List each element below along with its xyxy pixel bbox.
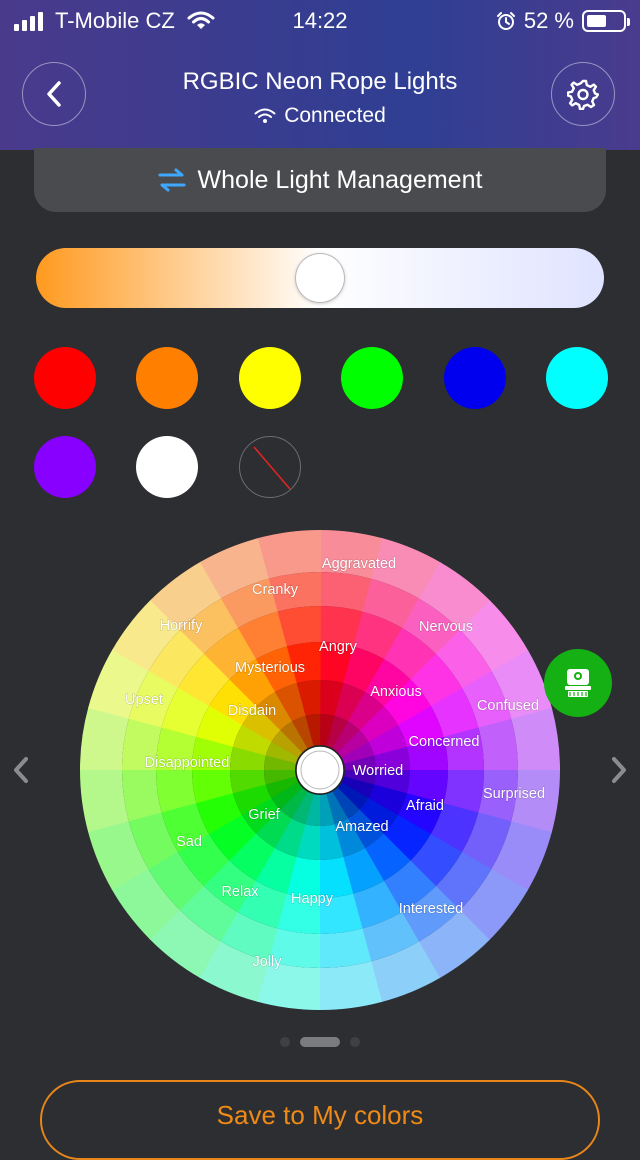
wheel-center-knob[interactable] xyxy=(295,745,345,795)
save-to-my-colors-button[interactable]: Save to My colors xyxy=(40,1080,600,1160)
mood-color-wheel[interactable]: Aggravated Cranky Nervous Horrify Angry Myste… xyxy=(80,530,560,1010)
mood-label-happy: Happy xyxy=(291,891,334,907)
mood-label-confused: Confused xyxy=(477,698,539,714)
connection-status-label: Connected xyxy=(284,104,386,127)
swatch-red[interactable] xyxy=(34,347,96,409)
mood-label-anxious: Anxious xyxy=(370,684,422,700)
wheel-segment[interactable] xyxy=(318,928,372,968)
whole-light-management-label: Whole Light Management xyxy=(197,165,483,194)
mood-label-upset: Upset xyxy=(125,692,163,708)
mood-label-interested: Interested xyxy=(399,901,464,917)
wheel-segment[interactable] xyxy=(478,718,518,772)
gear-icon xyxy=(567,79,599,110)
page-dot[interactable] xyxy=(350,1037,360,1047)
device-icon xyxy=(565,669,591,697)
alarm-icon xyxy=(496,12,515,30)
swatch-white[interactable] xyxy=(136,436,198,498)
scene-button[interactable] xyxy=(544,649,612,717)
chevron-left-icon[interactable] xyxy=(10,755,32,785)
mood-label-relax: Relax xyxy=(221,884,259,900)
wheel-segment[interactable] xyxy=(318,961,383,1010)
mood-label-afraid: Afraid xyxy=(406,798,444,814)
mood-label-grief: Grief xyxy=(248,807,280,823)
mood-label-mysterious: Mysterious xyxy=(235,660,305,676)
mood-label-worried: Worried xyxy=(353,763,404,779)
swatch-orange[interactable] xyxy=(136,347,198,409)
mood-label-amazed: Amazed xyxy=(335,819,388,835)
slider-knob[interactable] xyxy=(296,254,344,302)
connection-status: Connected xyxy=(0,104,640,128)
no-color-icon xyxy=(253,446,291,490)
wheel-segment[interactable] xyxy=(80,768,129,833)
swatch-green[interactable] xyxy=(341,347,403,409)
page-indicator xyxy=(0,1037,640,1047)
chevron-right-icon[interactable] xyxy=(608,755,630,785)
battery-percent: 52 % xyxy=(523,8,574,33)
mood-label-jolly: Jolly xyxy=(252,954,282,970)
wheel-segment[interactable] xyxy=(122,768,162,822)
swatch-blue[interactable] xyxy=(444,347,506,409)
mood-label-sad: Sad xyxy=(176,834,202,850)
swap-arrows-icon xyxy=(158,168,186,192)
mood-label-nervous: Nervous xyxy=(419,619,473,635)
whole-light-management-button[interactable]: Whole Light Management xyxy=(34,148,606,212)
header: T-Mobile CZ 14:22 52 % RGBIC Neon Rope L… xyxy=(0,0,640,150)
mood-label-aggravated: Aggravated xyxy=(322,556,396,572)
wheel-segment[interactable] xyxy=(257,530,322,579)
mood-label-angry: Angry xyxy=(319,639,358,655)
wheel-segment[interactable] xyxy=(511,707,560,772)
status-bar: T-Mobile CZ 14:22 52 % xyxy=(0,0,640,42)
swatch-cyan[interactable] xyxy=(546,347,608,409)
page-dot[interactable] xyxy=(280,1037,290,1047)
color-temperature-slider[interactable] xyxy=(36,248,604,308)
mood-wheel-svg[interactable]: Aggravated Cranky Nervous Horrify Angry Myste… xyxy=(80,530,560,1010)
mood-label-surprised: Surprised xyxy=(483,786,545,802)
page-dot[interactable] xyxy=(300,1037,340,1047)
mood-label-horrify: Horrify xyxy=(160,618,203,634)
swatch-yellow[interactable] xyxy=(239,347,301,409)
wifi-icon xyxy=(254,108,276,123)
swatch-none[interactable] xyxy=(239,436,301,498)
page-title: RGBIC Neon Rope Lights xyxy=(182,68,458,95)
mood-label-cranky: Cranky xyxy=(252,582,299,598)
mood-label-concerned: Concerned xyxy=(409,734,480,750)
settings-button[interactable] xyxy=(551,62,615,126)
mood-label-disappointed: Disappointed xyxy=(145,755,230,771)
swatch-purple[interactable] xyxy=(34,436,96,498)
mood-label-disdain: Disdain xyxy=(228,703,276,719)
battery-icon xyxy=(582,10,630,32)
